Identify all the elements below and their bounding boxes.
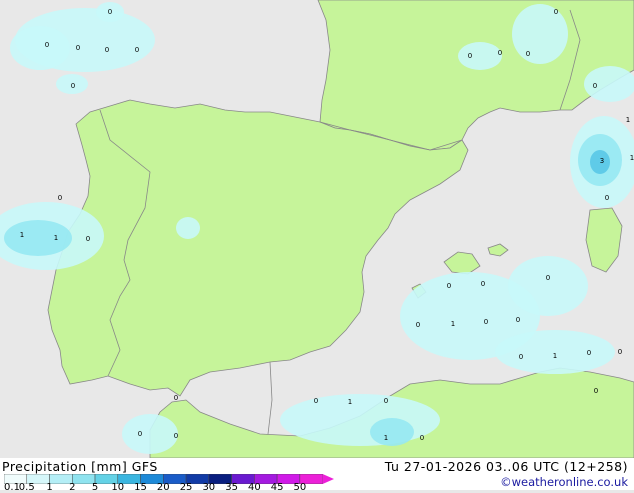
precip-value-label: 3 <box>600 157 604 165</box>
precip-value-label: 0 <box>447 282 451 290</box>
scale-tick-label: 25 <box>179 482 193 493</box>
map-canvas[interactable]: 0 0 0 0 0 0 0 0 0 0 0 1 3 1 0 0 1 1 0 0 0 0 0 1 0 0 0 1 0 0 0 0 0 1 0 0 0 1 0 <box>0 0 634 458</box>
precip-value-label: 1 <box>451 320 455 328</box>
precip-value-label: 0 <box>468 52 472 60</box>
legend-bar: Precipitation [mm] GFS Tu 27-01-2026 03.… <box>0 458 634 493</box>
precip-area <box>458 42 502 70</box>
precip-value-label: 0 <box>71 82 75 90</box>
precip-value-label: 0 <box>58 194 62 202</box>
scale-tick-label: 45 <box>270 482 284 493</box>
precip-value-label: 0 <box>45 41 49 49</box>
precip-value-label: 0 <box>498 49 502 57</box>
precip-value-label: 1 <box>630 154 634 162</box>
scale-tick-label: 15 <box>134 482 147 493</box>
scale-tick-label: 50 <box>293 482 307 493</box>
scale-tick-label: 10 <box>111 482 125 493</box>
precip-value-label: 0 <box>86 235 90 243</box>
precip-value-label: 0 <box>605 194 609 202</box>
precip-value-label: 1 <box>553 352 557 360</box>
credit-link[interactable]: ©weatheronline.co.uk <box>500 475 628 489</box>
precip-value-label: 0 <box>587 349 591 357</box>
precip-area <box>10 26 70 70</box>
precip-area <box>176 217 200 239</box>
scale-tick-label: 0.1 <box>4 482 20 493</box>
scale-tick-label: 5 <box>91 482 99 493</box>
scale-tick-label: 0.5 <box>18 482 35 493</box>
scale-tick-label: 2 <box>69 482 76 493</box>
precipitation-map-screen: 000000000001310011000001000100000100010 … <box>0 0 634 493</box>
precip-value-label: 0 <box>76 44 80 52</box>
precip-value-label: 1 <box>20 231 24 239</box>
precip-value-label: 0 <box>138 430 142 438</box>
legend-model: GFS <box>131 459 158 474</box>
scale-tick-label: 30 <box>202 482 216 493</box>
precip-value-label: 0 <box>554 8 558 16</box>
precip-value-label: 0 <box>481 280 485 288</box>
precip-value-label: 0 <box>420 434 424 442</box>
forecast-datetime: Tu 27-01-2026 03..06 UTC (12+258) <box>384 459 628 474</box>
precip-value-label: 0 <box>105 46 109 54</box>
precip-value-label: 1 <box>626 116 630 124</box>
precip-value-label: 0 <box>594 387 598 395</box>
precip-value-label: 0 <box>516 316 520 324</box>
legend-title: Precipitation [mm] GFS <box>2 459 158 474</box>
precip-value-label: 0 <box>618 348 622 356</box>
precip-area <box>584 66 634 102</box>
precip-value-label: 0 <box>135 46 139 54</box>
precip-area <box>4 220 72 256</box>
precip-value-label: 0 <box>384 397 388 405</box>
precip-value-label: 0 <box>174 394 178 402</box>
legend-title-text: Precipitation [mm] <box>2 459 128 474</box>
precip-area <box>508 256 588 316</box>
precip-area <box>122 414 178 454</box>
precip-value-label: 1 <box>384 434 388 442</box>
scale-tick-label: 40 <box>247 482 261 493</box>
precip-value-label: 0 <box>526 50 530 58</box>
precip-value-label: 1 <box>348 398 352 406</box>
precip-area <box>512 4 568 64</box>
precip-value-label: 0 <box>546 274 550 282</box>
precip-value-label: 1 <box>54 234 58 242</box>
precip-value-label: 0 <box>593 82 597 90</box>
scale-arrow <box>322 474 334 484</box>
scale-tick-label: 1 <box>46 482 53 493</box>
precip-value-label: 0 <box>519 353 523 361</box>
scale-tick-label: 35 <box>225 482 238 493</box>
scale-tick-label: 20 <box>156 482 170 493</box>
precip-value-label: 0 <box>108 8 112 16</box>
precip-area <box>280 394 440 446</box>
precip-value-label: 0 <box>314 397 318 405</box>
precip-value-label: 0 <box>416 321 420 329</box>
precip-area <box>370 418 414 446</box>
precip-value-label: 0 <box>174 432 178 440</box>
precip-value-label: 0 <box>484 318 488 326</box>
